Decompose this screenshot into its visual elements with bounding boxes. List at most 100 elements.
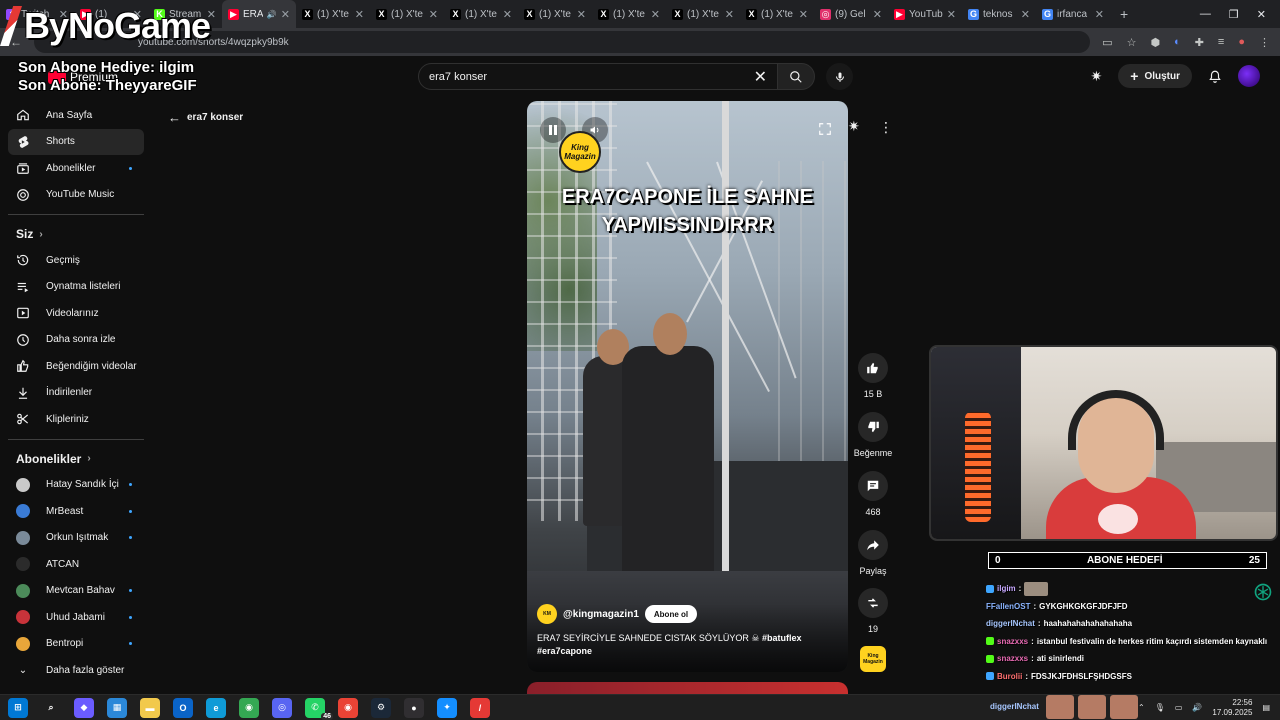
sidebar-channel-mrbeast[interactable]: MrBeast — [0, 498, 152, 525]
browser-tab[interactable]: X (1) X'te ✕ — [370, 0, 444, 28]
bookmark-star-icon[interactable]: ☆ — [1127, 36, 1137, 49]
browser-tab[interactable]: ▶ ERA 🔊 ✕ — [222, 0, 296, 28]
chrome-active-icon[interactable]: ◉ — [338, 697, 358, 718]
chat-username[interactable]: Burolii — [997, 672, 1022, 681]
outlook-icon[interactable]: O — [173, 697, 193, 718]
close-window-icon[interactable]: ✕ — [1257, 8, 1266, 21]
shorts-sparkle-icon[interactable]: ✷ — [1091, 68, 1103, 85]
file-explorer-icon[interactable]: ▬ — [140, 697, 160, 718]
minimize-icon[interactable]: — — [1200, 8, 1211, 21]
dislike-button[interactable] — [858, 412, 888, 442]
close-tab-icon[interactable]: ✕ — [577, 8, 586, 21]
close-tab-icon[interactable]: ✕ — [651, 8, 660, 21]
browser-tab[interactable]: Girfanca ✕ — [1036, 0, 1110, 28]
thumbnail-preview[interactable] — [1110, 695, 1138, 719]
store-icon[interactable]: ▦ — [107, 697, 127, 718]
browser-menu-icon[interactable]: ⋮ — [1259, 36, 1270, 49]
search-button[interactable] — [777, 63, 815, 90]
search-input[interactable]: era7 konser ✕ — [418, 63, 778, 90]
chat-username[interactable]: snazxxs — [997, 637, 1028, 646]
browser-tab[interactable]: ◎ (9) Gel ✕ — [814, 0, 888, 28]
obs-icon[interactable]: ● — [404, 697, 424, 718]
sidebar-you-header[interactable]: Siz › — [0, 221, 152, 247]
restore-icon[interactable]: ❐ — [1229, 8, 1239, 21]
show-more-button[interactable]: ⌄ Daha fazla göster — [0, 657, 152, 684]
browser-tab[interactable]: Gteknos ✕ — [962, 0, 1036, 28]
like-button[interactable] — [858, 353, 888, 383]
remix-button[interactable] — [858, 588, 888, 618]
browser-tab[interactable]: X (1) X'te ✕ — [518, 0, 592, 28]
back-to-search-button[interactable]: ← era7 konser — [168, 110, 243, 125]
sidebar-channel-orkun-i-tmak[interactable]: Orkun Işıtmak — [0, 525, 152, 552]
bynogame-icon[interactable]: / — [470, 697, 490, 718]
sound-thumbnail[interactable]: King Magazin — [860, 646, 886, 672]
fullscreen-button[interactable] — [813, 117, 837, 141]
edge-icon[interactable]: e — [206, 697, 226, 718]
discord-icon[interactable]: ◎ — [272, 697, 292, 718]
shorts-effect-button[interactable]: ✷ — [848, 118, 860, 136]
tray-chevron-icon[interactable]: ⌃ — [1138, 703, 1145, 712]
cast-icon[interactable]: ▭ — [1102, 36, 1112, 49]
volume-tray-icon[interactable]: 🔊 — [1192, 703, 1202, 712]
chat-username[interactable]: FFallenOST — [986, 602, 1030, 611]
sidebar-item-shorts[interactable]: Shorts — [8, 128, 144, 155]
sidebar-item-oynatma-listeleri[interactable]: Oynatma listeleri — [0, 274, 152, 301]
browser-tab[interactable]: X (1) X'te ✕ — [592, 0, 666, 28]
close-tab-icon[interactable]: ✕ — [873, 8, 882, 21]
steam-icon[interactable]: ⚙ — [371, 697, 391, 718]
notification-center-icon[interactable]: ▤ — [1262, 703, 1270, 712]
windows-start-icon[interactable]: ⊞ — [8, 697, 28, 718]
tab-audio-icon[interactable]: 🔊 — [267, 10, 277, 19]
comments-button[interactable] — [858, 471, 888, 501]
voice-search-button[interactable] — [826, 63, 853, 90]
sidebar-channel-uhud-jabami[interactable]: Uhud Jabami — [0, 604, 152, 631]
close-tab-icon[interactable]: ✕ — [1095, 8, 1104, 21]
clear-search-icon[interactable]: ✕ — [754, 67, 767, 87]
browser-tab[interactable]: X (1) X'te ✕ — [740, 0, 814, 28]
sidebar-subs-header[interactable]: Abonelikler › — [0, 446, 152, 472]
system-clock[interactable]: 22:56 17.09.2025 — [1212, 698, 1252, 718]
puzzle-extension-icon[interactable]: ✚ — [1195, 36, 1204, 49]
close-tab-icon[interactable]: ✕ — [799, 8, 808, 21]
sidebar-item-ana-sayfa[interactable]: Ana Sayfa — [0, 102, 152, 129]
more-options-button[interactable]: ⋮ — [878, 117, 894, 137]
microphone-tray-icon[interactable]: 🎙 — [1155, 703, 1165, 712]
notifications-bell-icon[interactable] — [1208, 69, 1222, 84]
network-icon[interactable]: ▭ — [1175, 703, 1183, 712]
close-tab-icon[interactable]: ✕ — [725, 8, 734, 21]
sidebar-item-ge-mi[interactable]: Geçmiş — [0, 247, 152, 274]
new-tab-button[interactable]: + — [1110, 6, 1138, 22]
chrome-icon[interactable]: ◉ — [239, 697, 259, 718]
whatsapp-icon[interactable]: ✆ 46 — [305, 697, 333, 720]
close-tab-icon[interactable]: ✕ — [947, 8, 956, 21]
thumbnail-preview[interactable] — [1078, 695, 1106, 719]
close-tab-icon[interactable]: ✕ — [503, 8, 512, 21]
close-tab-icon[interactable]: ✕ — [355, 8, 364, 21]
sidebar-item-youtube-music[interactable]: YouTube Music — [0, 182, 152, 209]
sidebar-item-be-endi-im-videolar[interactable]: Beğendiğim videolar — [0, 353, 152, 380]
hashtag-link[interactable]: #batuflex — [762, 633, 802, 643]
close-tab-icon[interactable]: ✕ — [429, 8, 438, 21]
browser-tab[interactable]: X (1) X'te ✕ — [444, 0, 518, 28]
chat-username[interactable]: ilgim — [997, 584, 1016, 593]
browser-tab[interactable]: X (1) X'te ✕ — [296, 0, 370, 28]
chat-username[interactable]: snazxxs — [997, 654, 1028, 663]
translate-extension-icon[interactable]: ◐ — [1174, 36, 1181, 48]
battlenet-icon[interactable]: ✦ — [437, 697, 457, 718]
account-avatar[interactable] — [1238, 65, 1260, 87]
browser-tab[interactable]: X (1) X'te ✕ — [666, 0, 740, 28]
sidebar-channel-bentropi[interactable]: Bentropi — [0, 631, 152, 658]
channel-avatar[interactable]: KM — [537, 604, 557, 624]
sidebar-item-i-ndirilenler[interactable]: İndirilenler — [0, 380, 152, 407]
close-tab-icon[interactable]: ✕ — [1021, 8, 1030, 21]
shield-extension-icon[interactable]: ⬢ — [1150, 36, 1160, 49]
sidebar-channel-atcan[interactable]: ATCAN — [0, 551, 152, 578]
create-button[interactable]: + Oluştur — [1118, 64, 1192, 88]
close-tab-icon[interactable]: ✕ — [281, 8, 290, 21]
subscribe-button[interactable]: Abone ol — [644, 605, 698, 623]
sidebar-item-abonelikler[interactable]: Abonelikler — [0, 155, 152, 182]
sidebar-channel-hatay-sand-k-i-i[interactable]: Hatay Sandık İçi — [0, 472, 152, 499]
share-button[interactable] — [858, 530, 888, 560]
profile-avatar-icon[interactable]: ● — [1238, 36, 1245, 48]
copilot-icon[interactable]: ◆ — [74, 697, 94, 718]
